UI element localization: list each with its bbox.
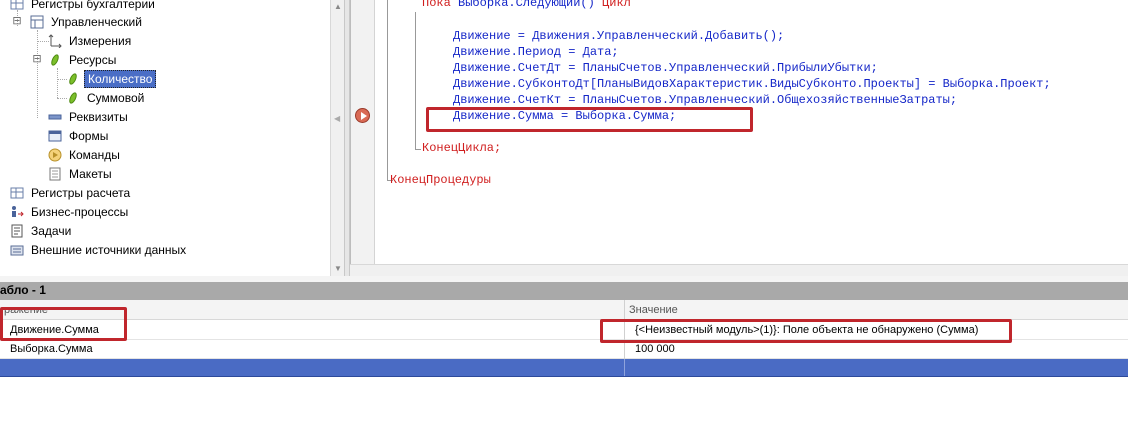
code-editor[interactable]: Пока Выборка.Следующий() Цикл Движение =… bbox=[350, 0, 1128, 264]
selection-underline bbox=[0, 376, 1128, 377]
code-identifier: Движение.СчетКт = ПланыСчетов.Управленче… bbox=[453, 93, 958, 107]
code-line[interactable]: Движение = Движения.Управленческий.Добав… bbox=[453, 29, 784, 43]
watch-panel-title: абло - 1 bbox=[0, 282, 1128, 300]
register-table-icon bbox=[30, 15, 44, 29]
scroll-up-arrow-icon[interactable]: ▲ bbox=[331, 0, 345, 14]
business-process-icon bbox=[10, 205, 24, 219]
code-identifier: Движение.СубконтоДт[ПланыВидовХарактерис… bbox=[453, 77, 1051, 91]
code-keyword: КонецЦикла; bbox=[422, 141, 502, 155]
dimensions-icon bbox=[48, 33, 62, 48]
tree-item-dimensions[interactable]: Измерения bbox=[48, 31, 134, 50]
highlight-annotation-box bbox=[426, 107, 753, 132]
tree-item-label: Регистры расчета bbox=[31, 185, 131, 200]
tasks-icon bbox=[10, 224, 24, 238]
editor-gutter[interactable] bbox=[351, 0, 375, 264]
watch-expression-cell[interactable]: Выборка.Сумма bbox=[0, 340, 624, 359]
scroll-down-arrow-icon[interactable]: ▼ bbox=[331, 262, 345, 276]
code-identifier: Движение.СчетДт = ПланыСчетов.Управленче… bbox=[453, 61, 878, 75]
tree-item-label: Формы bbox=[69, 128, 109, 143]
tree-item-summovoy[interactable]: Суммовой bbox=[66, 88, 147, 107]
accounting-register-icon bbox=[10, 0, 24, 11]
code-identifier: Движение = Движения.Управленческий.Добав… bbox=[453, 29, 785, 43]
fold-guide-line bbox=[387, 0, 388, 180]
column-separator bbox=[624, 359, 625, 376]
tree-item-label: Бизнес-процессы bbox=[31, 204, 129, 219]
tree-item-label: Измерения bbox=[69, 33, 132, 48]
tree-item-business-processes[interactable]: Бизнес-процессы bbox=[10, 202, 131, 221]
tree-item-label: Количество bbox=[84, 69, 157, 88]
templates-icon bbox=[48, 167, 62, 181]
tree-item-templates[interactable]: Макеты bbox=[48, 164, 115, 183]
calculation-register-icon bbox=[10, 186, 24, 200]
code-line[interactable]: Движение.СчетДт = ПланыСчетов.Управленче… bbox=[453, 61, 878, 75]
tree-item-kolichestvo[interactable]: Количество bbox=[66, 69, 157, 88]
highlight-annotation-box bbox=[600, 319, 1012, 343]
tree-item-label: Управленческий bbox=[51, 14, 142, 29]
column-header-value[interactable]: Значение bbox=[625, 300, 1128, 320]
tree-item-label: Ресурсы bbox=[69, 52, 117, 67]
collapse-toggle-icon[interactable]: ⊟ bbox=[32, 52, 42, 65]
attribute-leaf-icon bbox=[66, 72, 80, 86]
code-line[interactable]: Движение.СчетКт = ПланыСчетов.Управленче… bbox=[453, 93, 957, 107]
highlight-annotation-box bbox=[0, 307, 127, 341]
breakpoint-current-line-icon[interactable] bbox=[355, 108, 370, 123]
tree-item-label: Внешние источники данных bbox=[31, 242, 187, 257]
tree-item-label: Макеты bbox=[69, 166, 112, 181]
metadata-tree: Регистры бухгалтерии ⊟ Управленческий Из… bbox=[0, 0, 330, 276]
requisites-icon bbox=[48, 110, 62, 124]
tree-item-external-data-sources[interactable]: Внешние источники данных bbox=[10, 240, 189, 259]
tree-item-label: Суммовой bbox=[87, 90, 145, 105]
fold-guide-line bbox=[415, 12, 416, 149]
watch-new-row-selected[interactable] bbox=[0, 359, 1128, 376]
tree-guide-line bbox=[57, 68, 58, 98]
forms-icon bbox=[48, 129, 62, 143]
tree-item-calculation-registers[interactable]: Регистры расчета bbox=[10, 183, 133, 202]
code-keyword: Пока bbox=[422, 0, 459, 10]
code-identifier: Выборка.Следующий() bbox=[458, 0, 603, 10]
attribute-leaf-icon bbox=[66, 91, 80, 105]
tree-scrollbar[interactable]: ▲ ◀ ▼ bbox=[330, 0, 344, 276]
tree-item-forms[interactable]: Формы bbox=[48, 126, 111, 145]
code-line[interactable]: Движение.Период = Дата; bbox=[453, 45, 619, 59]
external-data-sources-icon bbox=[10, 243, 24, 257]
tree-item-resources[interactable]: Ресурсы bbox=[48, 50, 119, 69]
code-keyword: КонецПроцедуры bbox=[390, 173, 491, 187]
tree-item-label: Реквизиты bbox=[69, 109, 128, 124]
code-identifier: Движение.Период = Дата; bbox=[453, 45, 619, 59]
tree-item-tasks[interactable]: Задачи bbox=[10, 221, 74, 240]
tree-guide-line bbox=[37, 30, 38, 118]
code-line[interactable]: Движение.СубконтоДт[ПланыВидовХарактерис… bbox=[453, 77, 1051, 91]
tree-item-label: Команды bbox=[69, 147, 120, 162]
tree-item-requisites[interactable]: Реквизиты bbox=[48, 107, 131, 126]
code-line[interactable]: Пока Выборка.Следующий() Цикл bbox=[422, 0, 631, 10]
code-keyword: Цикл bbox=[602, 0, 631, 10]
fold-guide-line bbox=[415, 149, 421, 150]
tree-item-label: Задачи bbox=[31, 223, 72, 238]
resources-leaf-icon bbox=[48, 53, 62, 67]
tree-item-label: Регистры бухгалтерии bbox=[31, 0, 155, 11]
editor-horizontal-scrollbar[interactable] bbox=[350, 264, 1128, 276]
commands-icon bbox=[48, 148, 62, 162]
scrollbar-grip-icon[interactable]: ◀ bbox=[334, 114, 340, 123]
code-line[interactable]: КонецПроцедуры bbox=[390, 173, 491, 187]
code-line[interactable]: КонецЦикла; bbox=[422, 141, 501, 155]
tree-item-commands[interactable]: Команды bbox=[48, 145, 123, 164]
collapse-toggle-icon[interactable]: ⊟ bbox=[12, 14, 22, 27]
tree-item-upravlencheskiy[interactable]: Управленческий bbox=[30, 12, 145, 31]
